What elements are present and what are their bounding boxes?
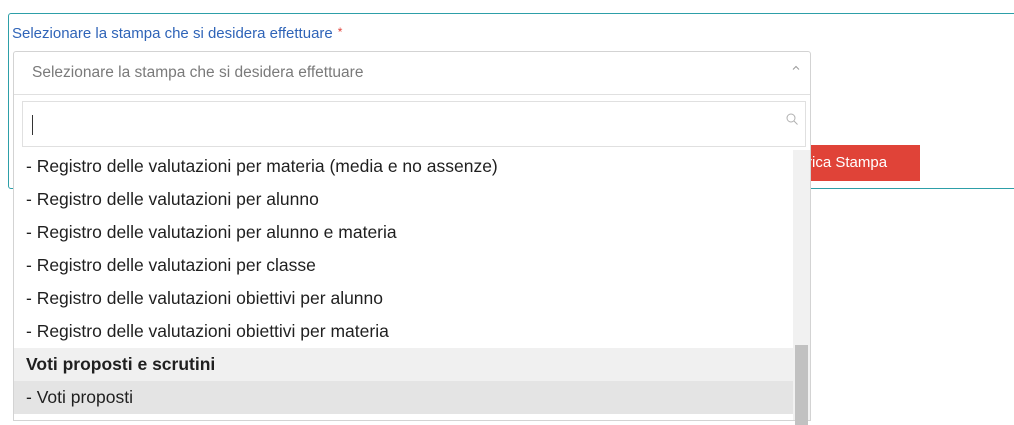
search-input[interactable] bbox=[22, 101, 806, 147]
required-mark: * bbox=[337, 25, 343, 39]
option-item[interactable]: - Registro delle valutazioni per alunno … bbox=[14, 216, 794, 249]
option-group-header: Voti proposti e scrutini bbox=[14, 348, 794, 381]
field-label-text: Selezionare la stampa che si desidera ef… bbox=[12, 25, 333, 42]
option-item[interactable]: - Registro delle valutazioni obiettivi p… bbox=[14, 282, 794, 315]
option-item[interactable]: - Registro delle valutazioni obiettivi p… bbox=[14, 315, 794, 348]
options-list: - Registro delle valutazioni per materia… bbox=[14, 150, 794, 414]
scrollbar[interactable] bbox=[793, 150, 810, 425]
option-item[interactable]: - Registro delle valutazioni per classe bbox=[14, 249, 794, 282]
option-item[interactable]: - Registro delle valutazioni per materia… bbox=[14, 150, 794, 183]
option-item[interactable]: - Registro delle valutazioni per alunno bbox=[14, 183, 794, 216]
print-select-dropdown: Selezionare la stampa che si desidera ef… bbox=[13, 51, 811, 425]
carica-stampa-button[interactable]: rica Stampa bbox=[798, 145, 920, 181]
option-item-highlighted[interactable]: - Voti proposti bbox=[14, 381, 794, 414]
scrollbar-thumb[interactable] bbox=[795, 345, 808, 425]
text-caret bbox=[32, 115, 33, 135]
chevron-up-icon bbox=[792, 65, 800, 70]
select-toggle[interactable]: Selezionare la stampa che si desidera ef… bbox=[14, 52, 810, 95]
field-label: Selezionare la stampa che si desidera ef… bbox=[12, 25, 342, 42]
search-icon bbox=[786, 113, 798, 125]
select-placeholder: Selezionare la stampa che si desidera ef… bbox=[32, 64, 364, 81]
